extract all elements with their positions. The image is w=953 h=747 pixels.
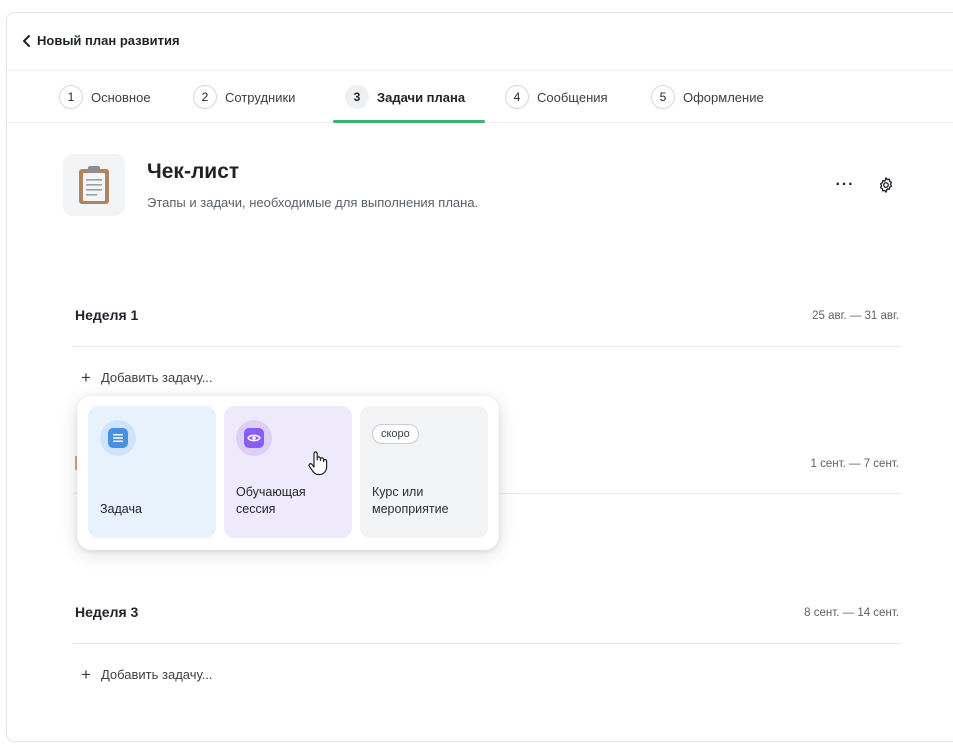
list-icon bbox=[100, 420, 136, 456]
step-number: 1 bbox=[59, 85, 83, 109]
step-design[interactable]: 5 Оформление bbox=[651, 85, 764, 109]
checklist-title: Чек-лист bbox=[147, 160, 240, 183]
card-label: Задача bbox=[100, 502, 142, 516]
step-messages[interactable]: 4 Сообщения bbox=[505, 85, 608, 109]
settings-button[interactable] bbox=[874, 173, 898, 197]
step-label: Основное bbox=[91, 89, 151, 105]
eye-icon bbox=[236, 420, 272, 456]
stepper: 1 Основное 2 Сотрудники 3 Задачи плана 4… bbox=[7, 71, 953, 123]
plus-icon: + bbox=[81, 664, 91, 684]
card-label: Курс или мероприятие bbox=[372, 485, 449, 516]
gear-icon bbox=[879, 177, 893, 193]
page-header: Новый план развития bbox=[7, 13, 953, 71]
hand-pointer-icon bbox=[308, 451, 328, 476]
more-horizontal-icon: ··· bbox=[835, 176, 855, 193]
week-1-title: Неделя 1 bbox=[75, 307, 139, 323]
step-employees[interactable]: 2 Сотрудники bbox=[193, 85, 295, 109]
divider bbox=[73, 643, 901, 644]
app-window: Новый план развития 1 Основное 2 Сотрудн… bbox=[6, 12, 953, 742]
week-3-dates: 8 сент. — 14 сент. bbox=[804, 607, 899, 619]
add-task-button[interactable]: + Добавить задачу... bbox=[81, 664, 213, 684]
week-1-dates: 25 авг. — 31 авг. bbox=[812, 310, 899, 322]
add-training-session-card[interactable]: Обучающая сессия bbox=[224, 406, 352, 538]
plus-icon: + bbox=[81, 367, 91, 387]
step-label: Сотрудники bbox=[225, 89, 296, 105]
divider bbox=[73, 346, 901, 347]
week-2-dates: 1 сент. — 7 сент. bbox=[810, 458, 899, 470]
add-task-card[interactable]: Задача bbox=[88, 406, 216, 538]
step-label: Сообщения bbox=[537, 89, 608, 105]
step-plan-tasks[interactable]: 3 Задачи плана bbox=[345, 85, 465, 109]
back-button[interactable] bbox=[19, 33, 35, 49]
add-task-label: Добавить задачу... bbox=[100, 369, 213, 385]
more-options-button[interactable]: ··· bbox=[833, 173, 857, 197]
add-course-card: скоро Курс или мероприятие bbox=[360, 406, 488, 538]
step-number: 4 bbox=[505, 85, 529, 109]
clipboard-icon bbox=[63, 154, 125, 216]
add-item-popup: Задача Обучающая сессия скоро Курс или м… bbox=[77, 396, 499, 550]
step-number: 2 bbox=[193, 85, 217, 109]
week-3-title: Неделя 3 bbox=[75, 604, 139, 620]
page-title: Новый план развития bbox=[37, 33, 180, 48]
step-number: 3 bbox=[345, 85, 369, 109]
active-step-indicator bbox=[333, 120, 485, 123]
step-label: Оформление bbox=[683, 89, 764, 105]
step-label: Задачи плана bbox=[377, 89, 466, 105]
soon-badge: скоро bbox=[372, 424, 419, 444]
checklist-subtitle: Этапы и задачи, необходимые для выполнен… bbox=[147, 195, 479, 210]
step-basic[interactable]: 1 Основное bbox=[59, 85, 151, 109]
add-task-label: Добавить задачу... bbox=[100, 666, 213, 682]
add-task-button[interactable]: + Добавить задачу... bbox=[81, 367, 213, 387]
chevron-left-icon bbox=[23, 35, 30, 47]
card-label: Обучающая сессия bbox=[236, 485, 306, 516]
step-number: 5 bbox=[651, 85, 675, 109]
